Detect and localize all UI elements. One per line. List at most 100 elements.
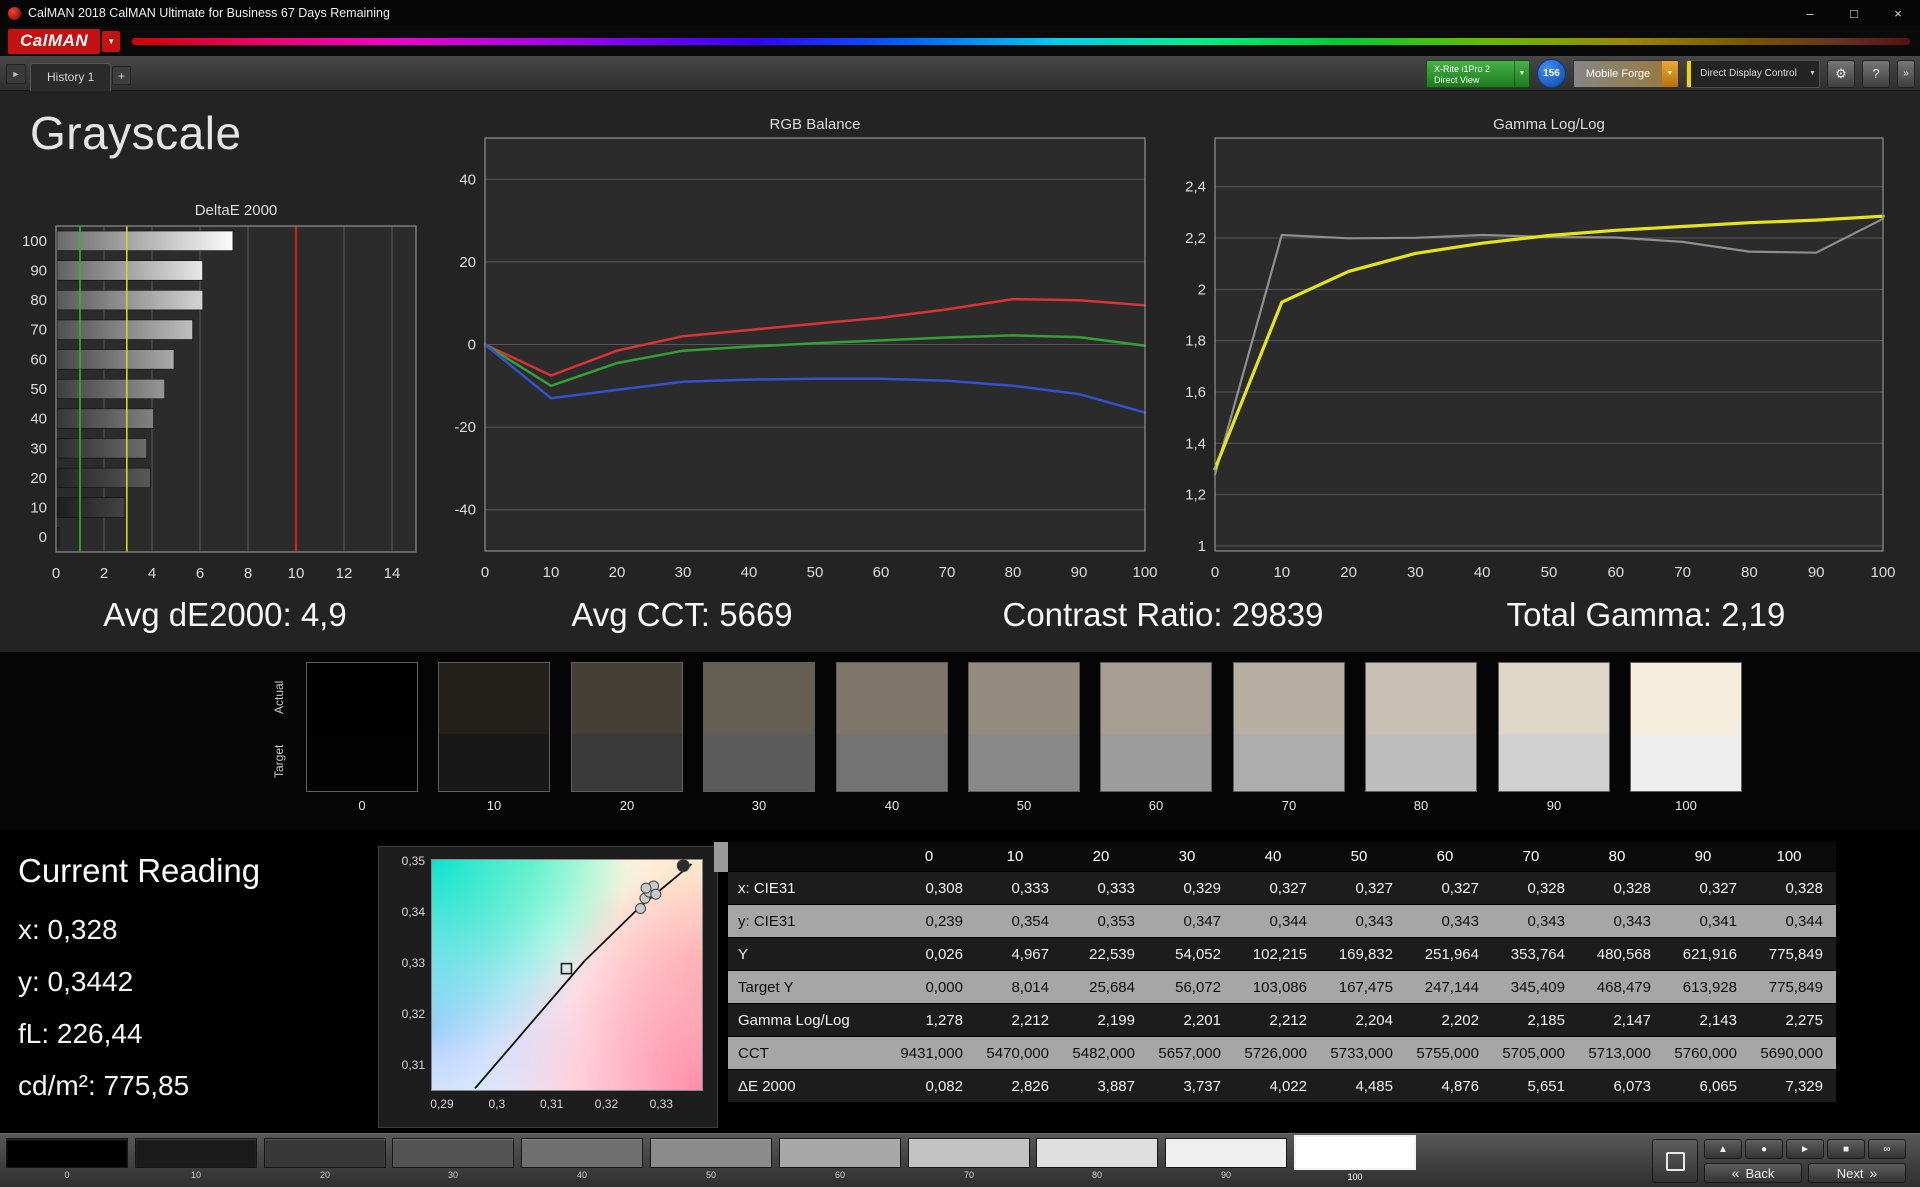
svg-text:1,2: 1,2 <box>1185 487 1206 504</box>
tab-nav-arrow-icon[interactable]: ► <box>6 64 26 84</box>
grayscale-patch-30 <box>703 662 815 792</box>
stop-button[interactable] <box>1652 1139 1698 1183</box>
next-button[interactable]: Next » <box>1808 1163 1906 1183</box>
chevron-down-icon[interactable]: ▼ <box>1662 60 1678 87</box>
grayscale-patch-0 <box>306 662 418 792</box>
eject-button[interactable]: ▲ <box>1704 1139 1742 1159</box>
svg-text:8: 8 <box>244 565 252 582</box>
level-button-80[interactable]: 80 <box>1036 1138 1158 1184</box>
svg-text:50: 50 <box>30 381 47 398</box>
logo-menu-arrow-icon[interactable]: ▼ <box>102 30 121 52</box>
maximize-button[interactable]: □ <box>1832 0 1876 26</box>
bottom-bar: 0 10 20 30 40 50 60 70 80 90 100 ▲ ● ► ■ ∞ « Back … <box>0 1133 1920 1187</box>
current-reading-x: x: 0,328 <box>18 914 118 945</box>
table-cell: 9431,000 <box>900 1044 963 1062</box>
table-cell: 0,328 <box>1527 879 1565 897</box>
patch-actual-swatch <box>1499 663 1609 734</box>
table-column-header: 50 <box>1350 848 1368 865</box>
svg-text:70: 70 <box>1674 564 1691 581</box>
gamma-chart: 2,4 2,2 2 1,8 1,6 1,4 1,2 10 10 20 30 40 50 60 70 80 90 1… <box>1185 137 1896 581</box>
settings-button[interactable]: ⚙ <box>1827 59 1855 88</box>
loop-button[interactable]: ∞ <box>1868 1139 1906 1159</box>
level-label: 80 <box>1091 1170 1102 1180</box>
level-button-10[interactable]: 10 <box>135 1138 257 1184</box>
table-cell: 251,964 <box>1424 945 1479 963</box>
next-label: Next <box>1836 1165 1864 1181</box>
add-tab-button[interactable]: + <box>112 66 131 85</box>
level-label: 100 <box>1347 1172 1363 1182</box>
level-button-20[interactable]: 20 <box>264 1138 386 1184</box>
svg-text:10: 10 <box>30 500 47 517</box>
table-cell: 0,082 <box>925 1077 963 1095</box>
patch-target-swatch <box>307 734 417 791</box>
tab-history-1[interactable]: History 1 <box>30 63 112 91</box>
table-cell: 2,199 <box>1097 1011 1135 1029</box>
svg-text:90: 90 <box>1071 564 1088 581</box>
workflow-source-label: Mobile Forge <box>1574 60 1662 87</box>
patch-actual-swatch <box>1631 663 1741 734</box>
table-column-header: 40 <box>1264 848 1282 865</box>
table-header-row: 0 10 20 30 40 50 60 70 80 90 100 <box>728 842 1836 872</box>
table-row: Y 0,026 4,967 22,539 54,052 102,215 169,832 251… <box>728 938 1836 971</box>
chevron-down-icon[interactable]: ▼ <box>1514 60 1529 87</box>
play-button[interactable]: ► <box>1786 1139 1824 1159</box>
svg-text:0: 0 <box>1211 564 1219 581</box>
grayscale-patch-10 <box>438 662 550 792</box>
level-button-30[interactable]: 30 <box>392 1138 514 1184</box>
svg-text:0: 0 <box>52 565 60 582</box>
table-cell: 480,568 <box>1596 945 1651 963</box>
svg-text:90: 90 <box>1808 564 1825 581</box>
cie-chart <box>474 859 693 1090</box>
level-button-50[interactable]: 50 <box>650 1138 772 1184</box>
workflow-source-button[interactable]: Mobile Forge ▼ <box>1573 59 1679 88</box>
app-icon <box>8 6 21 20</box>
grayscale-patch-60 <box>1100 662 1212 792</box>
collapse-panel-button[interactable]: » <box>1897 59 1915 88</box>
patch-target-swatch <box>969 734 1079 791</box>
minimize-button[interactable]: – <box>1788 0 1832 26</box>
table-row-label: ΔE 2000 <box>738 1077 796 1095</box>
table-row: CCT 9431,000 5470,000 5482,000 5657,000 5726,… <box>728 1037 1836 1070</box>
svg-text:50: 50 <box>1541 564 1558 581</box>
patch-label: 90 <box>1546 798 1562 813</box>
svg-text:40: 40 <box>459 171 476 188</box>
svg-text:1,4: 1,4 <box>1185 435 1206 452</box>
svg-text:20: 20 <box>459 254 476 271</box>
level-button-40[interactable]: 40 <box>521 1138 643 1184</box>
level-button-60[interactable]: 60 <box>779 1138 901 1184</box>
grayscale-patch-20 <box>571 662 683 792</box>
svg-text:0: 0 <box>468 337 476 354</box>
table-cell: 7,329 <box>1785 1077 1823 1095</box>
record-button[interactable]: ● <box>1745 1139 1783 1159</box>
close-button[interactable]: × <box>1876 0 1920 26</box>
back-button[interactable]: « Back <box>1704 1163 1802 1183</box>
calman-app: CalMAN 2018 CalMAN Ultimate for Business… <box>0 0 1920 1187</box>
level-button-100[interactable]: 100 <box>1294 1135 1416 1184</box>
table-row-label: Gamma Log/Log <box>738 1011 850 1029</box>
svg-text:20: 20 <box>609 564 626 581</box>
svg-text:100: 100 <box>1870 564 1895 581</box>
level-button-0[interactable]: 0 <box>6 1138 128 1184</box>
stop-icon <box>1665 1151 1685 1171</box>
table-cell: 2,147 <box>1613 1011 1651 1029</box>
grayscale-patch-90 <box>1498 662 1610 792</box>
target-row-label: Target <box>272 744 286 779</box>
display-control-button[interactable]: Direct Display Control ▼ <box>1686 59 1820 88</box>
gear-icon: ⚙ <box>1835 65 1847 81</box>
save-button[interactable]: ■ <box>1827 1139 1865 1159</box>
measurement-table: 0 10 20 30 40 50 60 70 80 90 100 x: CIE31 0,308 0,333… <box>728 842 1836 1103</box>
table-column-header: 80 <box>1608 848 1626 865</box>
svg-text:14: 14 <box>384 565 401 582</box>
help-button[interactable]: ? <box>1862 59 1890 88</box>
svg-text:50: 50 <box>807 564 824 581</box>
play-icon: ► <box>1800 1143 1810 1155</box>
meter-button[interactable]: X-Rite i1Pro 2 Direct View ▼ <box>1426 59 1530 88</box>
svg-text:2: 2 <box>1198 281 1206 298</box>
table-row-label: Target Y <box>738 978 794 996</box>
chevron-down-icon[interactable]: ▼ <box>1806 61 1819 87</box>
level-button-70[interactable]: 70 <box>908 1138 1030 1184</box>
calman-logo[interactable]: CalMAN <box>8 28 101 54</box>
cie-y-tick-label: 0,32 <box>401 1006 425 1021</box>
table-row: Target Y 0,000 8,014 25,684 56,072 103,086 167… <box>728 971 1836 1004</box>
level-button-90[interactable]: 90 <box>1165 1138 1287 1184</box>
